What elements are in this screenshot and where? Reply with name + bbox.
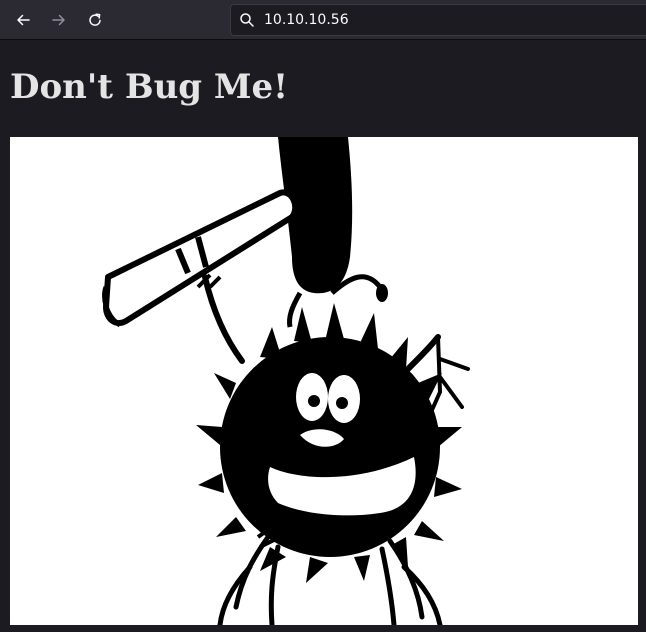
back-arrow-icon (17, 14, 30, 26)
browser-toolbar: 10.10.10.56 (0, 0, 646, 40)
page-content: Don't Bug Me! (0, 41, 646, 632)
search-icon (240, 13, 254, 27)
page-title: Don't Bug Me! (10, 67, 289, 107)
back-button[interactable] (9, 6, 37, 34)
forward-arrow-icon (52, 14, 65, 26)
reload-button[interactable] (81, 6, 109, 34)
forward-button[interactable] (45, 6, 73, 34)
reload-icon (89, 13, 101, 26)
address-bar[interactable]: 10.10.10.56 (230, 4, 646, 36)
bug-cartoon-illustration (10, 137, 638, 625)
url-text[interactable]: 10.10.10.56 (264, 11, 349, 29)
bug-cartoon-image (10, 137, 638, 625)
